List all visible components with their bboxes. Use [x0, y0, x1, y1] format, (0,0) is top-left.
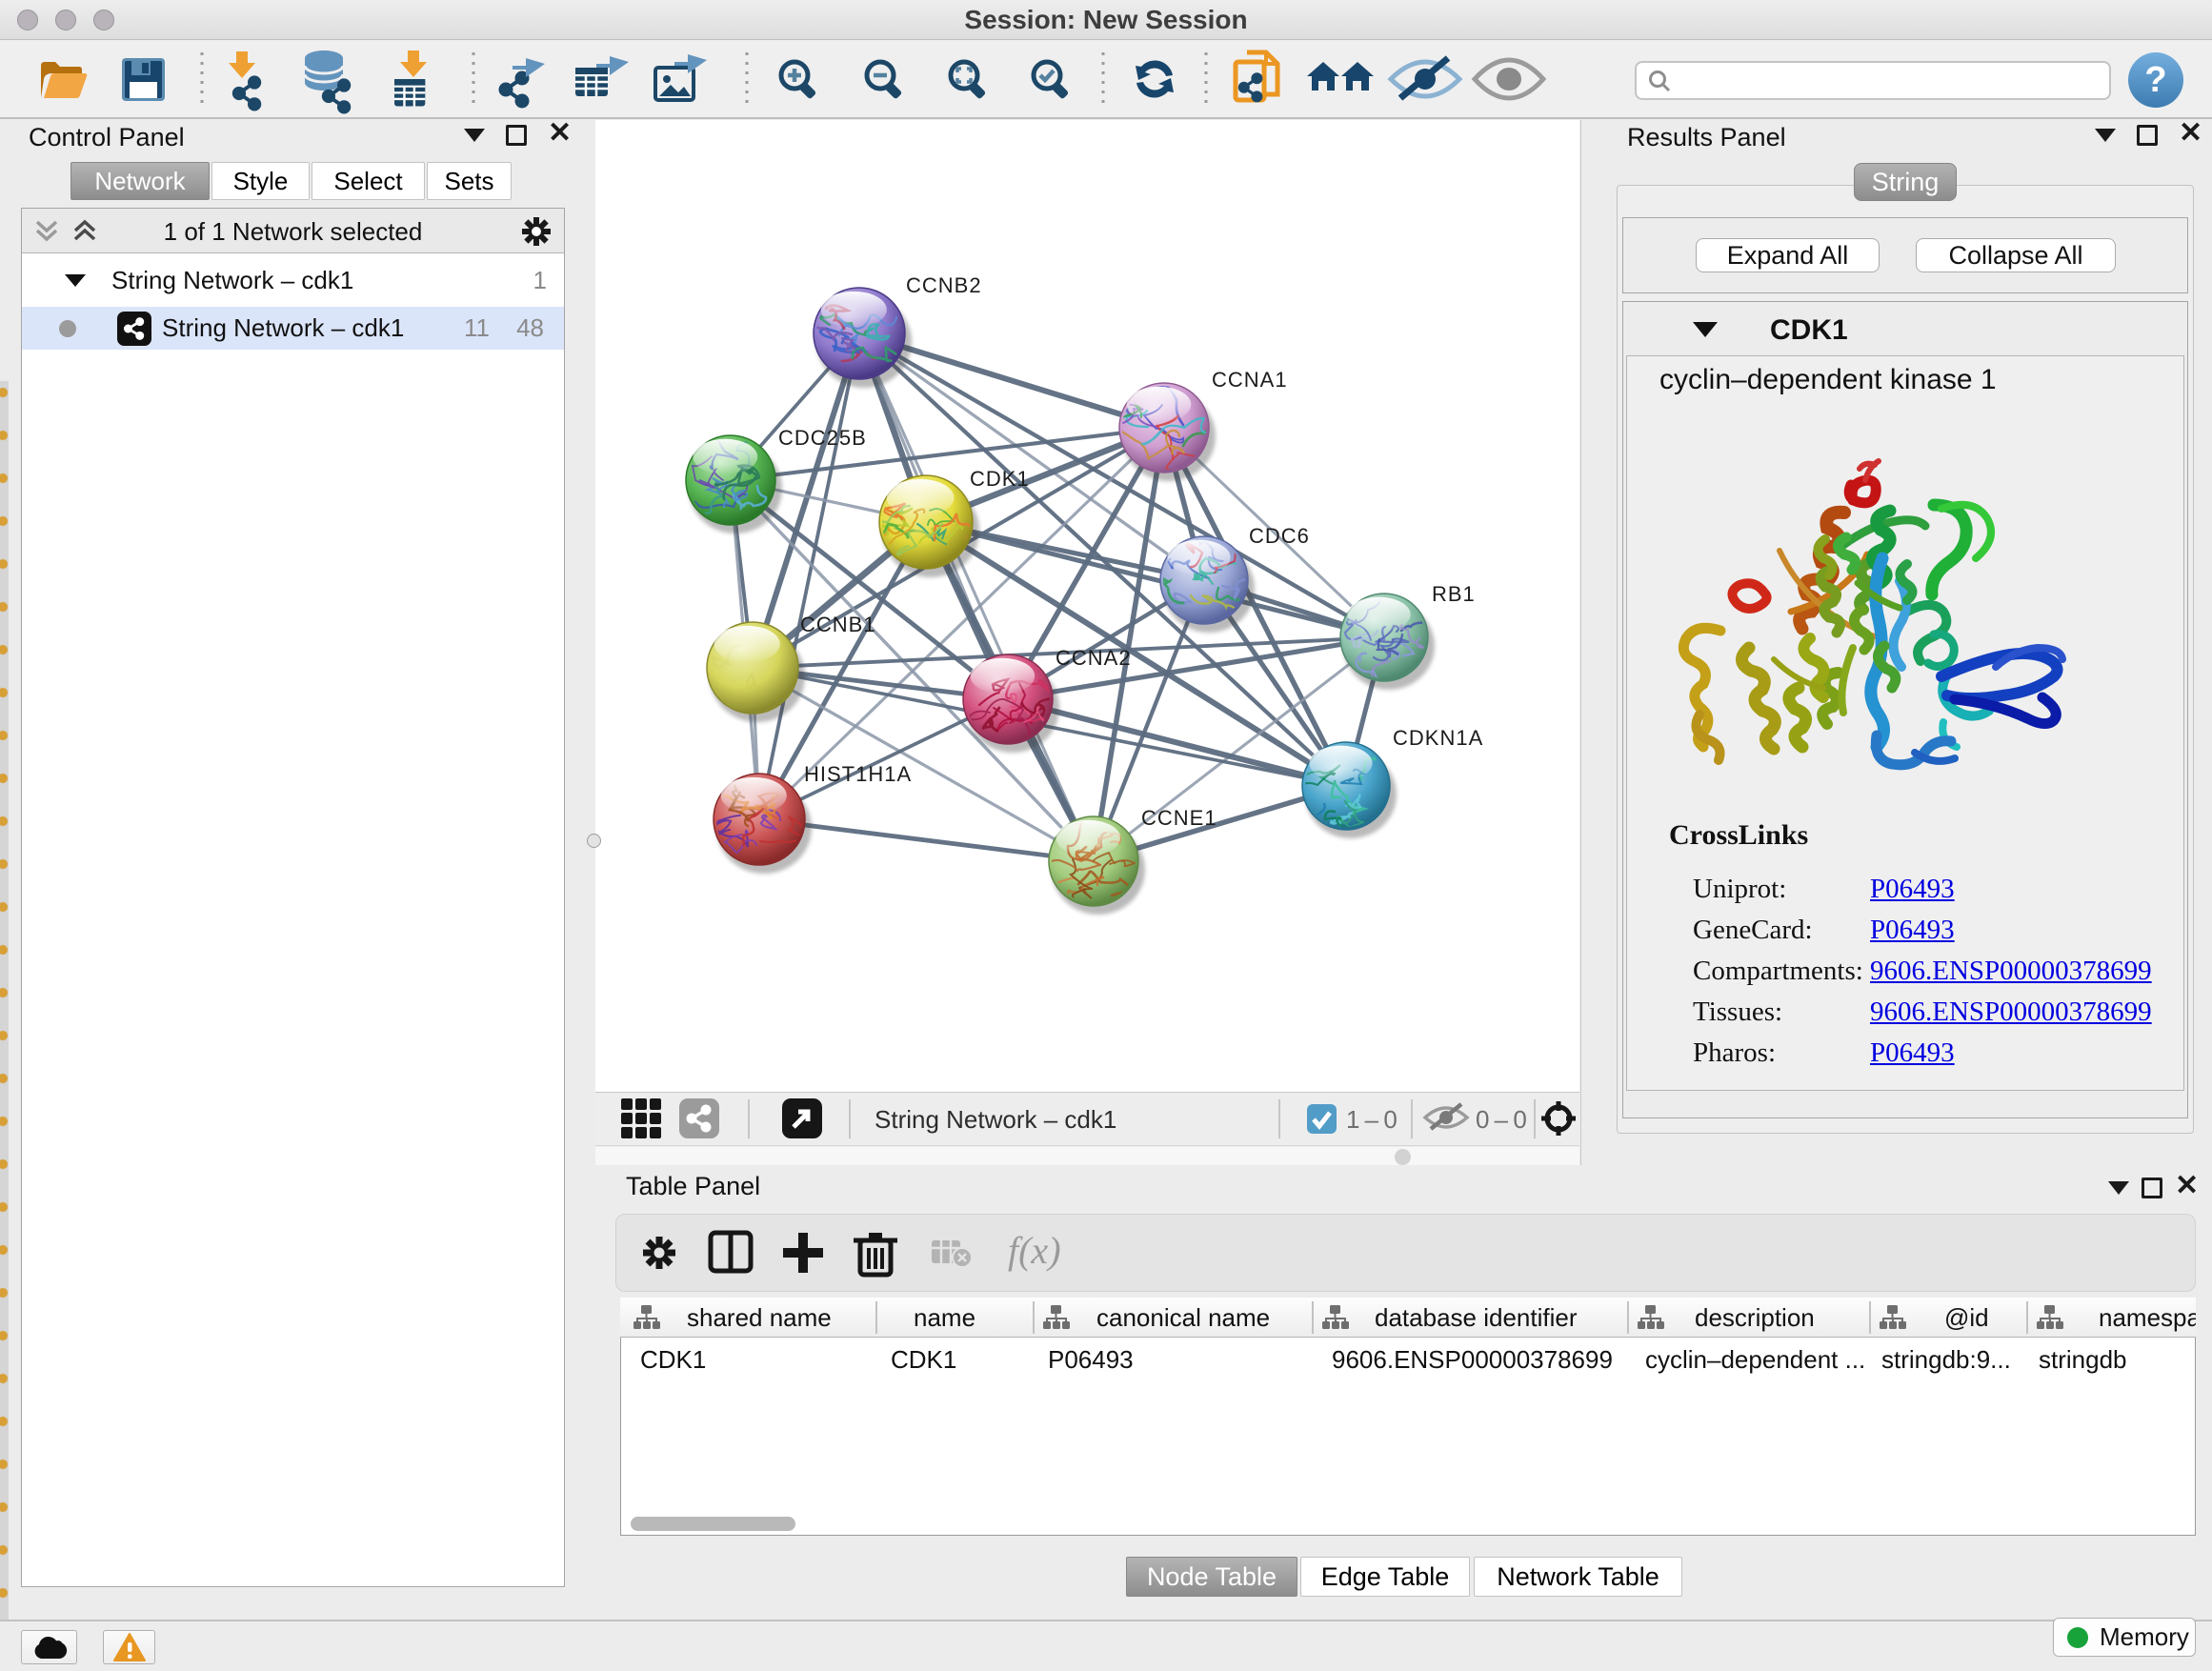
svg-text:String Network – cdk1: String Network – cdk1 [875, 1105, 1116, 1134]
svg-text:CCNE1: CCNE1 [1141, 806, 1217, 830]
svg-text:shared name: shared name [687, 1303, 832, 1332]
svg-text:description: description [1695, 1303, 1815, 1332]
svg-text:CCNB2: CCNB2 [906, 273, 982, 297]
svg-text:RB1: RB1 [1432, 582, 1476, 606]
svg-text:0 – 0: 0 – 0 [1476, 1105, 1527, 1134]
svg-text:CDC25B: CDC25B [778, 426, 867, 450]
svg-text:CCNA1: CCNA1 [1212, 368, 1288, 392]
svg-text:CDKN1A: CDKN1A [1393, 726, 1483, 750]
svg-text:CCNA2: CCNA2 [1056, 646, 1132, 670]
svg-text:1 – 0: 1 – 0 [1346, 1105, 1398, 1134]
svg-text:HIST1H1A: HIST1H1A [804, 762, 912, 786]
svg-text:@id: @id [1944, 1303, 1989, 1332]
svg-text:CCNB1: CCNB1 [800, 613, 876, 636]
svg-text:f(x): f(x) [1008, 1229, 1061, 1272]
svg-text:CDC6: CDC6 [1249, 524, 1310, 548]
svg-text:CDK1: CDK1 [970, 467, 1030, 491]
svg-text:database identifier: database identifier [1375, 1303, 1578, 1332]
svg-text:namespac: namespac [2099, 1303, 2196, 1332]
svg-text:canonical name: canonical name [1096, 1303, 1270, 1332]
svg-text:name: name [914, 1303, 975, 1332]
